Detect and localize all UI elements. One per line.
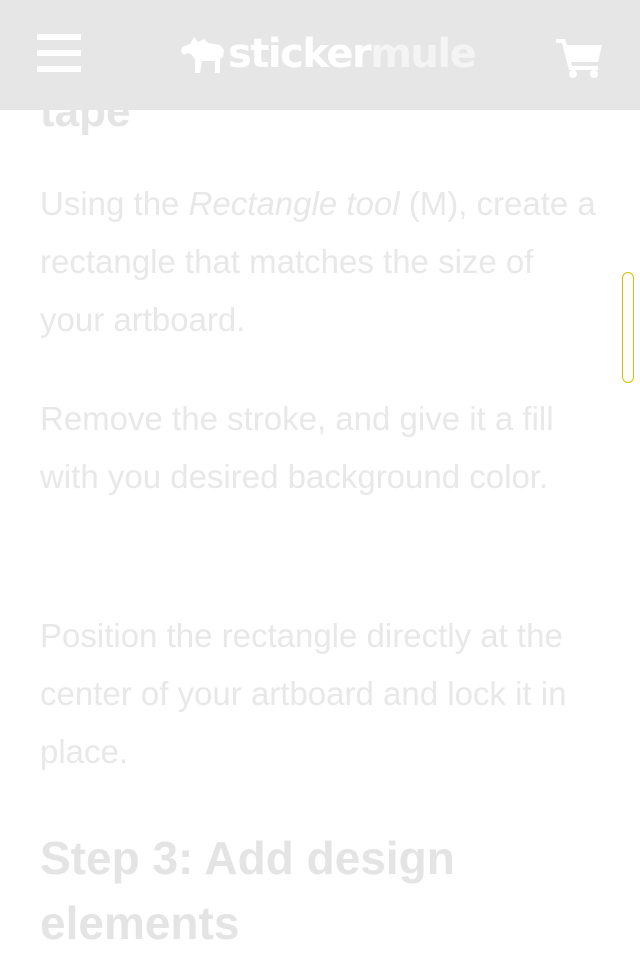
page: tape Using the Rectangle tool (M), creat… <box>0 0 640 959</box>
site-header: stickermule <box>0 0 640 110</box>
logo-text-mule: mule <box>370 31 477 77</box>
paragraph-text: Using the <box>40 185 189 222</box>
paragraph-remove-stroke: Remove the stroke, and give it a fill wi… <box>40 400 554 495</box>
logo-text-sticker: sticker <box>228 31 372 77</box>
stickermule-logo[interactable]: stickermule <box>180 30 477 78</box>
step-3-heading: Step 3: Add design elements <box>40 832 455 949</box>
hamburger-menu-icon[interactable] <box>37 34 81 72</box>
tool-name-italic: Rectangle tool <box>188 185 400 222</box>
paragraph-position-rectangle: Position the rectangle directly at the c… <box>40 617 567 770</box>
shopping-cart-icon[interactable] <box>556 36 604 78</box>
logo-wordmark: stickermule <box>228 30 477 78</box>
mule-icon <box>181 37 224 73</box>
scrollbar-thumb[interactable] <box>622 272 634 383</box>
paragraph-rectangle-tool: Using the Rectangle tool (M), create a r… <box>40 175 600 349</box>
